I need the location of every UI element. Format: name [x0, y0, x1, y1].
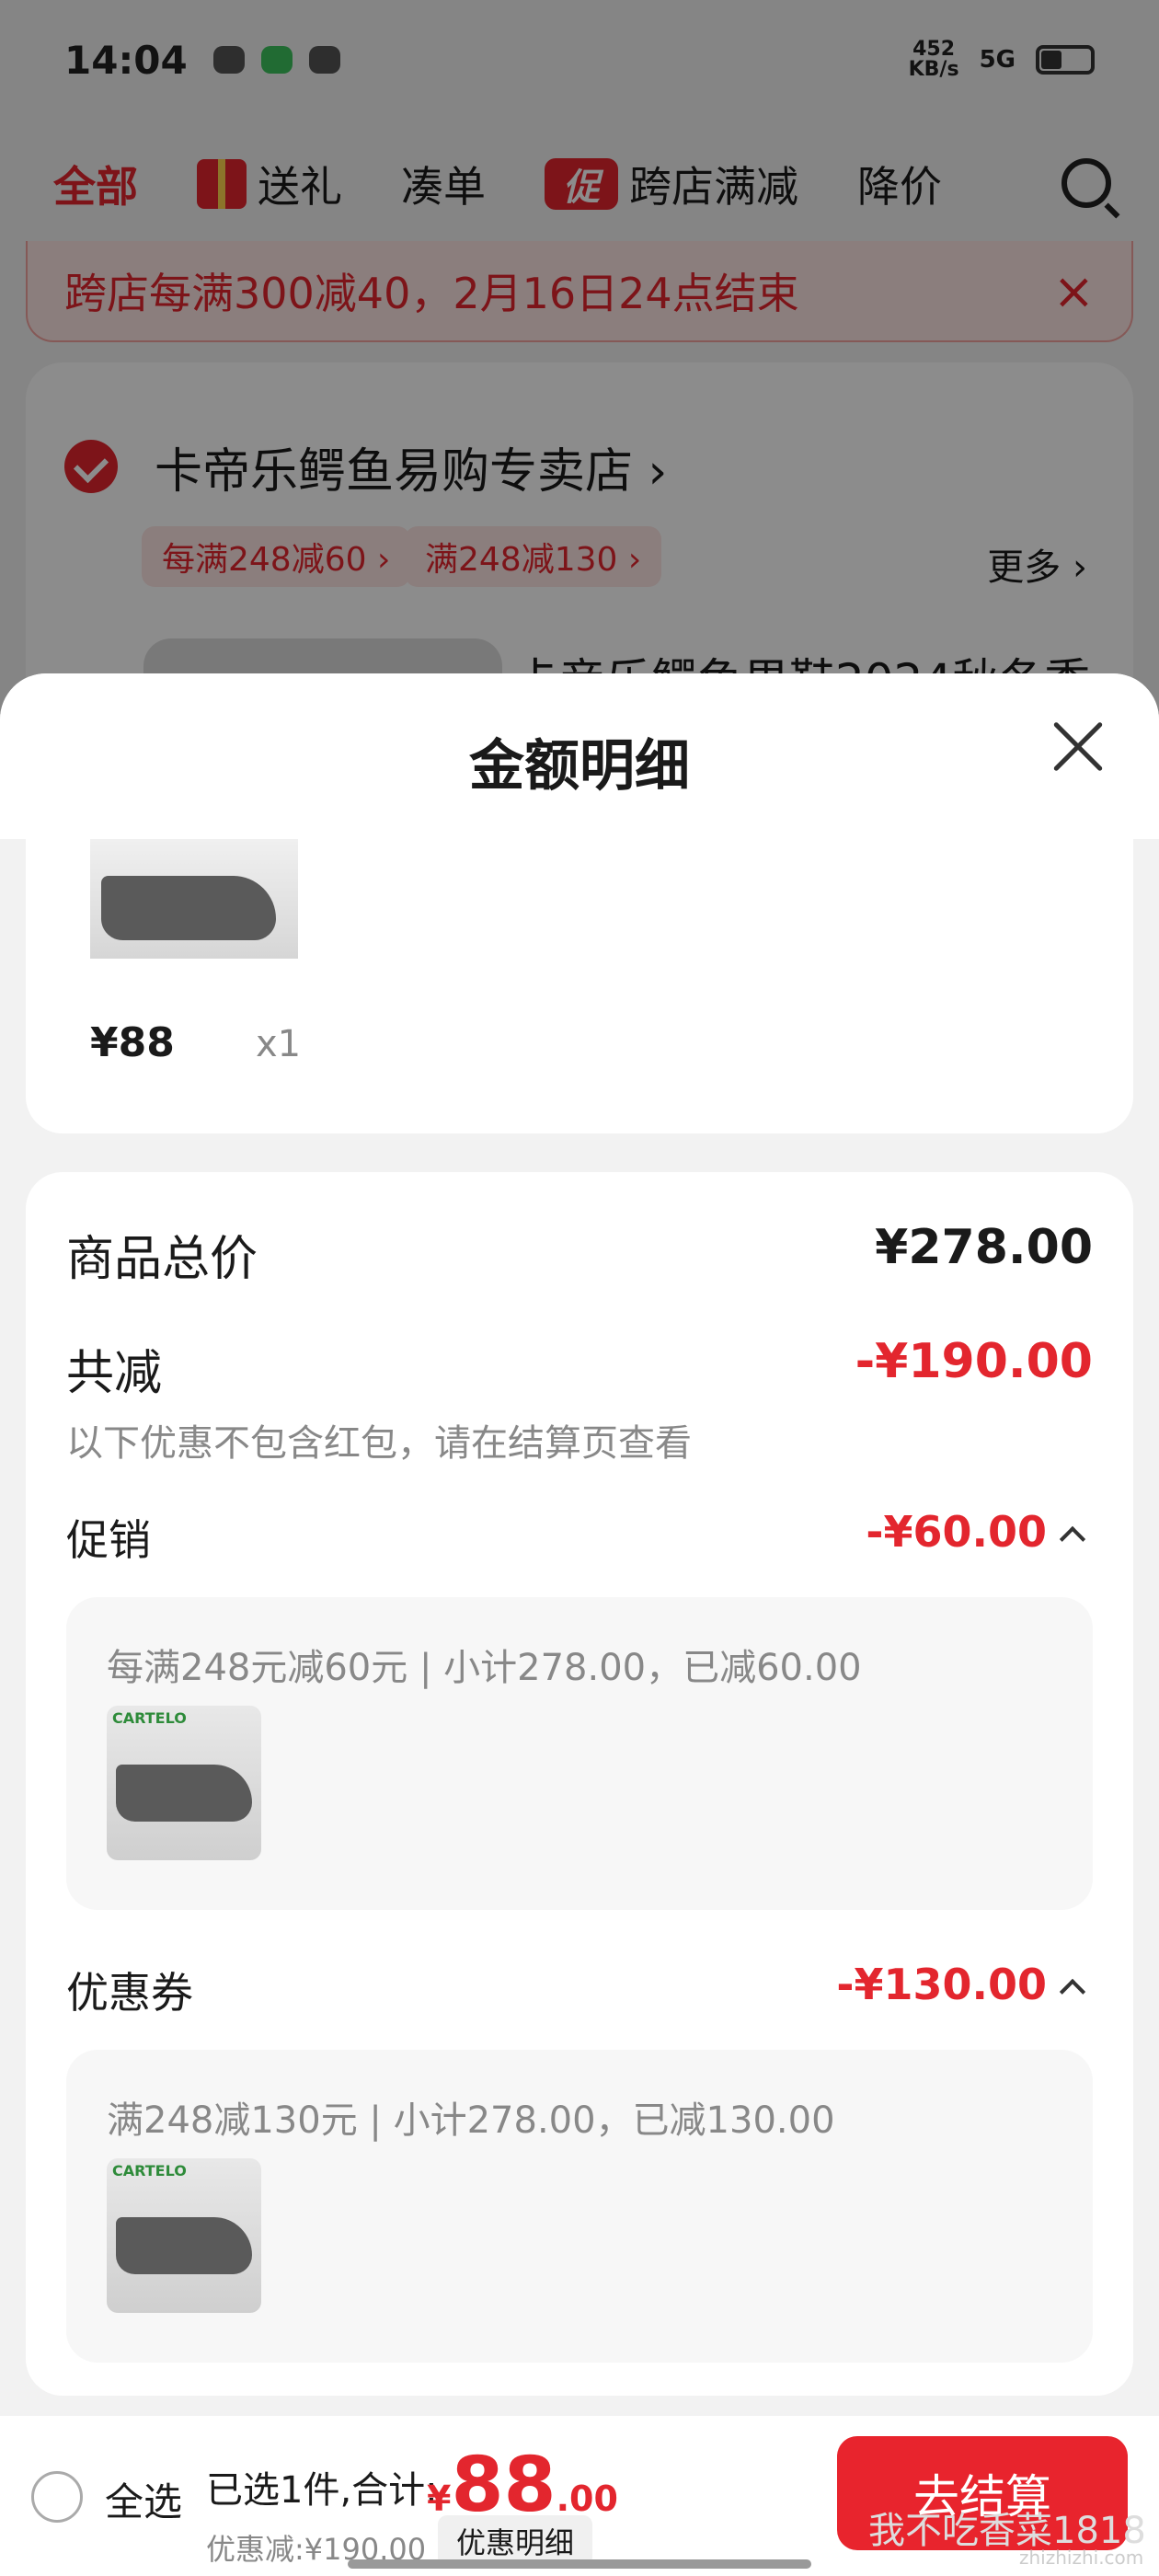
- promotion-amount: -¥60.00: [866, 1507, 1047, 1557]
- shoe-image: [116, 2217, 252, 2274]
- coupon-amount: -¥130.00: [836, 1960, 1047, 2009]
- item-quantity: x1: [256, 1023, 302, 1065]
- reduce-label: 共减: [66, 1346, 163, 1401]
- promotion-detail-box: 每满248元减60元 | 小计278.00，已减60.00 CARTELO: [66, 1597, 1093, 1910]
- promotion-value[interactable]: -¥60.00: [866, 1507, 1086, 1557]
- amount-detail-sheet: 金额明细 ¥88 x1 商品总价 ¥278.00 共减 -¥190.00 以下优…: [0, 673, 1159, 2421]
- total-value: ¥278.00: [875, 1220, 1093, 1275]
- close-icon[interactable]: [1050, 719, 1106, 775]
- currency-symbol: ¥: [427, 2478, 452, 2519]
- chevron-up-icon: [1059, 1525, 1086, 1552]
- home-indicator[interactable]: [348, 2559, 811, 2569]
- discount-note: 以下优惠不包含红包，请在结算页查看: [66, 1422, 692, 1465]
- shoe-image: [116, 1765, 252, 1822]
- brand-logo: CARTELO: [112, 1709, 187, 1727]
- chevron-up-icon: [1059, 1978, 1086, 2005]
- brand-logo: CARTELO: [112, 2162, 187, 2179]
- select-all-radio[interactable]: [31, 2471, 83, 2523]
- sheet-header: 金额明细: [0, 673, 1159, 839]
- price-breakdown: 商品总价 ¥278.00 共减 -¥190.00 以下优惠不包含红包，请在结算页…: [26, 1172, 1133, 2396]
- selected-count: 已选1件,合计:: [206, 2469, 438, 2512]
- total-label: 商品总价: [66, 1232, 258, 1287]
- coupon-label: 优惠券: [66, 1968, 193, 2018]
- sheet-title: 金额明细: [469, 734, 690, 799]
- product-thumbnail: CARTELO: [107, 2158, 261, 2313]
- cart-item: ¥88 x1: [26, 839, 1133, 1133]
- promotion-label: 促销: [66, 1515, 151, 1565]
- coupon-value[interactable]: -¥130.00: [836, 1960, 1086, 2009]
- shoe-image: [101, 876, 276, 940]
- select-all-label[interactable]: 全选: [105, 2471, 182, 2527]
- product-thumbnail: CARTELO: [107, 1706, 261, 1860]
- total-decimal: .00: [556, 2478, 618, 2519]
- item-price: ¥88: [90, 1019, 175, 1066]
- coupon-detail-box: 满248减130元 | 小计278.00，已减130.00 CARTELO: [66, 2050, 1093, 2363]
- reduce-value: -¥190.00: [855, 1334, 1093, 1389]
- coupon-detail: 满248减130元 | 小计278.00，已减130.00: [107, 2099, 835, 2142]
- product-thumbnail: [90, 839, 298, 959]
- promotion-detail: 每满248元减60元 | 小计278.00，已减60.00: [107, 1647, 862, 1689]
- watermark-site: zhizhizhi.com: [1019, 2547, 1144, 2569]
